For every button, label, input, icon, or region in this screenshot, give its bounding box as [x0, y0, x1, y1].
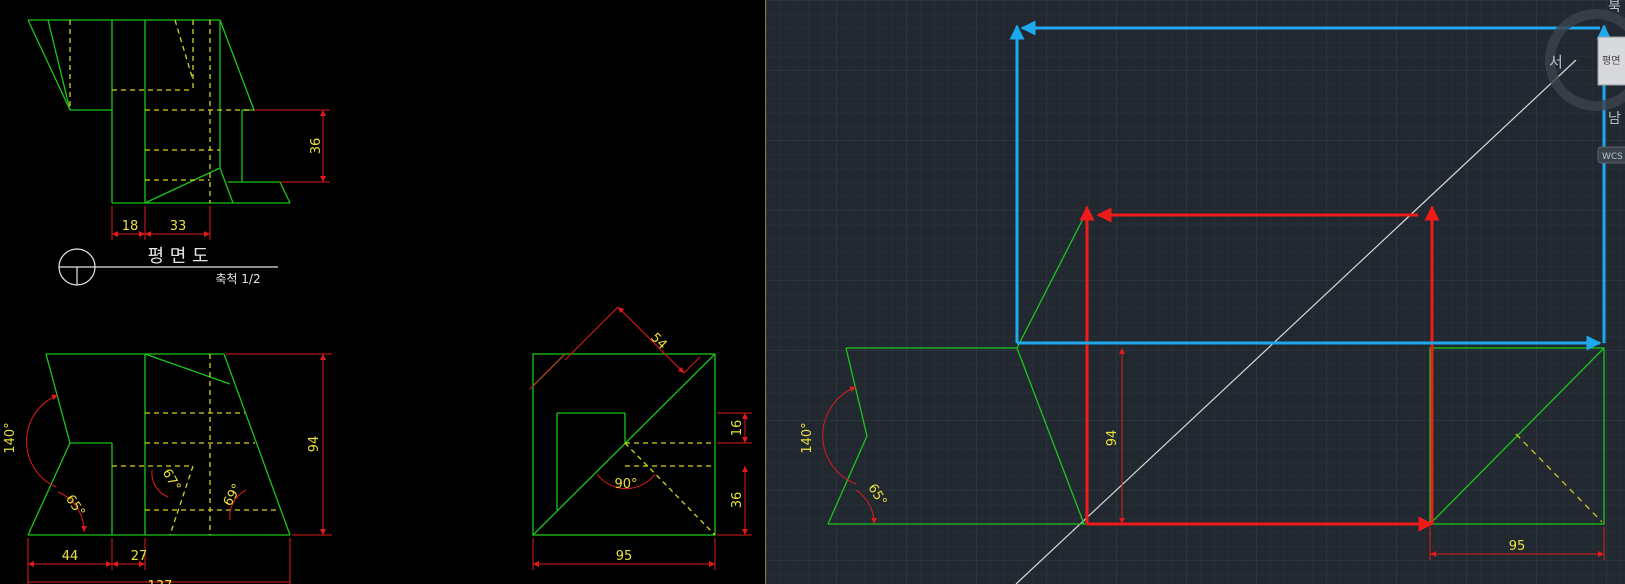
plan-view-scale: 축척 1/2 [215, 272, 260, 286]
front-dim-44: 44 [62, 549, 79, 564]
plan-view [27, 19, 330, 240]
plan-view-title: 평 면 도 [147, 246, 208, 267]
model-grid [766, 0, 1625, 584]
wcs-label[interactable]: WCS [1602, 152, 1623, 162]
front-dim-94: 94 [307, 436, 322, 453]
front-dim-69: 69° [221, 482, 246, 509]
viewcube-west[interactable]: 서 [1549, 53, 1563, 71]
front-dim-67: 67° [159, 467, 184, 494]
plan-dim-18: 18 [122, 219, 139, 234]
left-viewport[interactable]: 36 18 33 평 면 도 축척 1/2 140° 65° 67° 69° 9… [0, 0, 765, 584]
viewcube-north[interactable]: 북 [1608, 0, 1621, 15]
plan-hidden-lines [69, 19, 254, 203]
side-dim-16: 16 [730, 420, 745, 437]
side-dim-54: 54 [647, 330, 669, 352]
front-dim-137: 137 [148, 579, 173, 584]
side-hidden-lines [624, 442, 716, 536]
front-hidden-lines [112, 354, 280, 536]
model-dim-140: 140° [800, 422, 815, 453]
right-viewport[interactable]: 140° 65° 94 95 서 북 남 평면 WCS [766, 0, 1625, 584]
side-dim-36: 36 [730, 492, 745, 509]
front-dim-140: 140° [3, 422, 18, 453]
plan-dim-36: 36 [309, 138, 324, 155]
side-dim-90: 90° [614, 477, 637, 492]
left-drawing-canvas[interactable]: 36 18 33 평 면 도 축척 1/2 140° 65° 67° 69° 9… [0, 0, 765, 584]
front-dim-27: 27 [131, 549, 148, 564]
side-dim-95: 95 [616, 549, 633, 564]
model-dim-94: 94 [1105, 430, 1120, 447]
plan-outline [27, 19, 291, 204]
model-dim-95: 95 [1509, 539, 1526, 554]
plan-dim-33: 33 [170, 219, 187, 234]
viewcube-face-label[interactable]: 평면 [1602, 55, 1620, 67]
side-dimensions [529, 306, 752, 570]
side-view [529, 306, 752, 570]
model-canvas[interactable]: 140° 65° 94 95 서 북 남 평면 WCS [766, 0, 1625, 584]
viewcube-south[interactable]: 남 [1608, 111, 1621, 127]
